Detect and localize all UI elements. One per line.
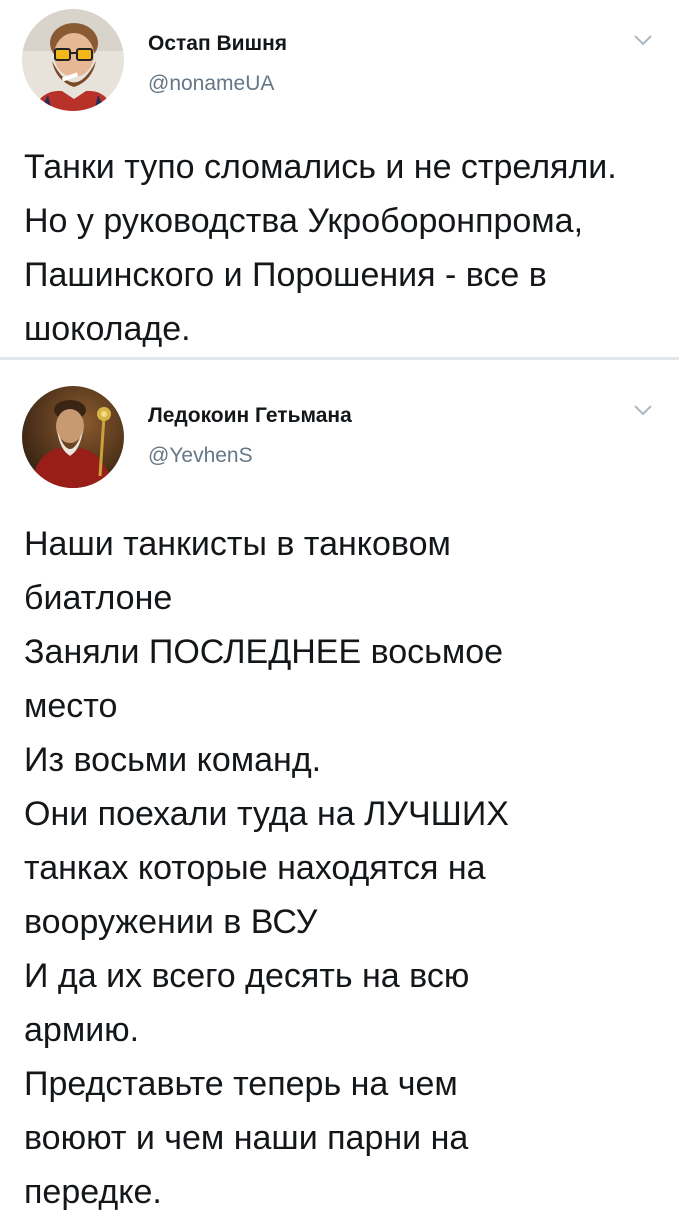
avatar-hetman-portrait-icon[interactable] (22, 386, 124, 488)
avatar-bearded-man-icon[interactable] (22, 9, 124, 111)
author-name[interactable]: Ледокоин Гетьмана (148, 404, 352, 428)
author-handle[interactable]: @YevhenS (148, 444, 253, 468)
tweet-text: Наши танкисты в танковом биатлоне Заняли… (24, 525, 509, 1211)
chevron-down-icon[interactable] (633, 403, 653, 417)
avatar-image (22, 386, 124, 488)
tweet: Остап Вишня @nonameUA Танки тупо сломали… (0, 0, 679, 358)
author-name[interactable]: Остап Вишня (148, 32, 287, 56)
avatar-image (22, 9, 124, 111)
tweet: Ледокоин Гетьмана @YevhenS Наши танкисты… (0, 360, 679, 1211)
chevron-down-icon[interactable] (633, 33, 653, 47)
author-handle[interactable]: @nonameUA (148, 72, 274, 96)
tweet-text: Танки тупо сломались и не стреляли. Но у… (24, 148, 617, 348)
